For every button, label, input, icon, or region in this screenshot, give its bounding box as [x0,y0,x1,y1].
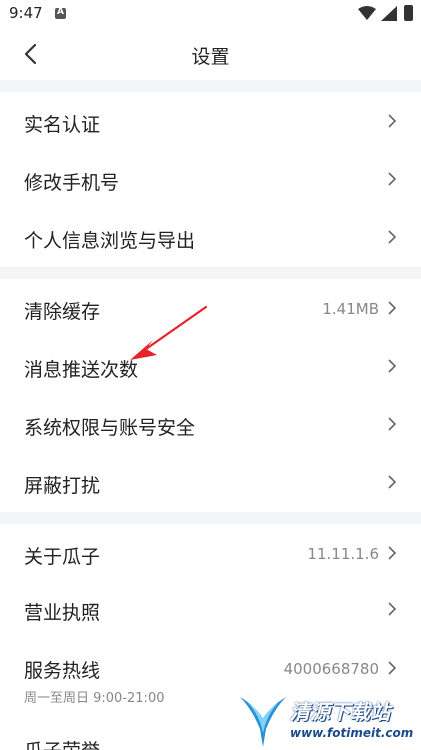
setting-item-personal-info-export[interactable]: 个人信息浏览与导出 [0,208,421,267]
watermark-url: www.fotimeit.com [290,726,414,740]
setting-item-label: 服务热线 [24,660,101,682]
chevron-right-icon [388,301,397,315]
setting-item-label: 瓜子荣誉 [24,736,100,750]
setting-item-about[interactable]: 关于瓜子 11.11.1.6 [0,524,421,582]
version-value: 11.11.1.6 [307,545,379,563]
status-bar: 9:47 [0,0,421,28]
chevron-right-icon [388,661,397,675]
watermark-name: 清源下载站 [290,700,390,724]
setting-item-permissions-security[interactable]: 系统权限与账号安全 [0,395,421,453]
setting-item-label: 系统权限与账号安全 [24,417,196,439]
section-divider [0,512,421,524]
setting-item-change-phone[interactable]: 修改手机号 [0,150,421,208]
section-divider [0,267,421,279]
setting-item-push-frequency[interactable]: 消息推送次数 [0,337,421,395]
watermark-logo-icon [240,697,286,747]
signal-icon [381,6,397,21]
chevron-right-icon [388,230,397,244]
hotline-hours: 周一至周日 9:00-21:00 [24,691,165,706]
chevron-right-icon [388,602,397,616]
wifi-icon [358,6,376,20]
nav-bar: 设置 [0,28,421,80]
setting-item-label: 实名认证 [24,114,101,136]
setting-item-real-name-verification[interactable]: 实名认证 [0,92,421,150]
setting-item-label: 关于瓜子 [24,546,101,568]
chevron-right-icon [388,417,397,431]
chevron-right-icon [388,475,397,489]
setting-item-label: 清除缓存 [24,301,101,323]
chevron-right-icon [388,172,397,186]
setting-item-label: 营业执照 [24,602,101,624]
notification-a-icon [55,7,66,19]
setting-item-label: 消息推送次数 [24,359,139,381]
setting-item-label: 个人信息浏览与导出 [24,230,196,252]
setting-item-label: 屏蔽打扰 [24,475,101,497]
page-title: 设置 [191,46,230,68]
cache-size-value: 1.41MB [322,300,379,318]
status-time: 9:47 [9,4,43,22]
chevron-right-icon [388,114,397,128]
watermark: 清源下载站 www.fotimeit.com [238,693,421,750]
hotline-number: 4000668780 [283,660,379,678]
section-divider [0,80,421,92]
setting-item-block-disturb[interactable]: 屏蔽打扰 [0,453,421,512]
battery-icon [404,5,413,21]
setting-item-label: 修改手机号 [24,172,120,194]
chevron-right-icon [388,359,397,373]
setting-item-clear-cache[interactable]: 清除缓存 1.41MB [0,279,421,337]
chevron-right-icon [388,546,397,560]
setting-item-business-license[interactable]: 营业执照 [0,582,421,638]
